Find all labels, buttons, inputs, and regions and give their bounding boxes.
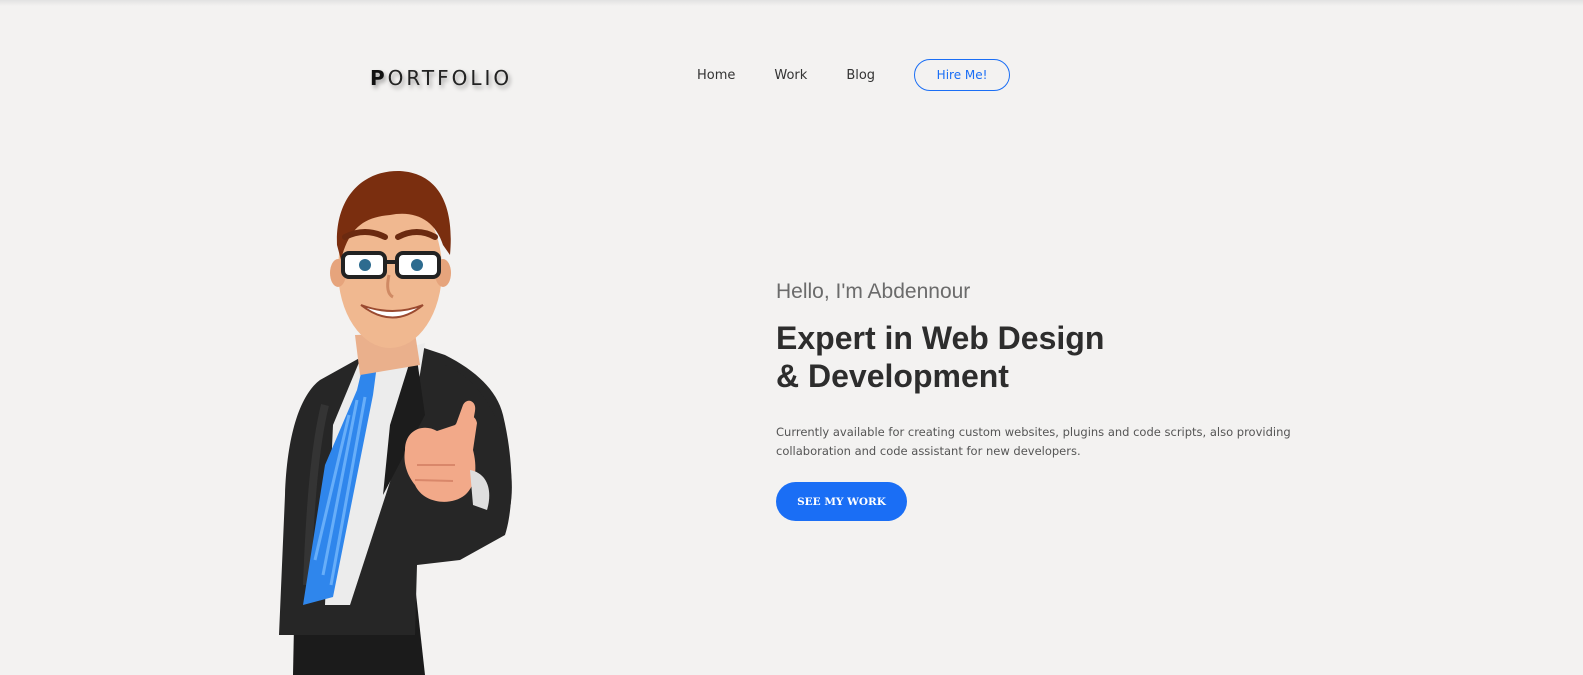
hire-me-button[interactable]: Hire Me!: [914, 59, 1011, 91]
site-logo[interactable]: PORTFOLIO: [370, 64, 512, 92]
character-illustration: [279, 170, 512, 675]
logo-initial: P: [370, 66, 388, 90]
see-my-work-button[interactable]: SEE MY WORK: [776, 482, 907, 521]
greeting-text: Hello, I'm Abdennour: [776, 280, 971, 303]
nav-link-work[interactable]: Work: [774, 68, 807, 83]
hero-section: Hello, I'm Abdennour Expert in Web Desig…: [776, 278, 1336, 521]
nav-link-blog[interactable]: Blog: [846, 68, 875, 83]
top-shadow: [0, 0, 1583, 6]
hero-description: Currently available for creating custom …: [776, 425, 1291, 458]
hero-headline: Expert in Web Design & Development: [776, 320, 1105, 394]
nav-link-home[interactable]: Home: [697, 68, 735, 83]
main-nav: Home Work Blog Hire Me!: [697, 58, 1011, 92]
logo-text: ORTFOLIO: [387, 66, 513, 90]
